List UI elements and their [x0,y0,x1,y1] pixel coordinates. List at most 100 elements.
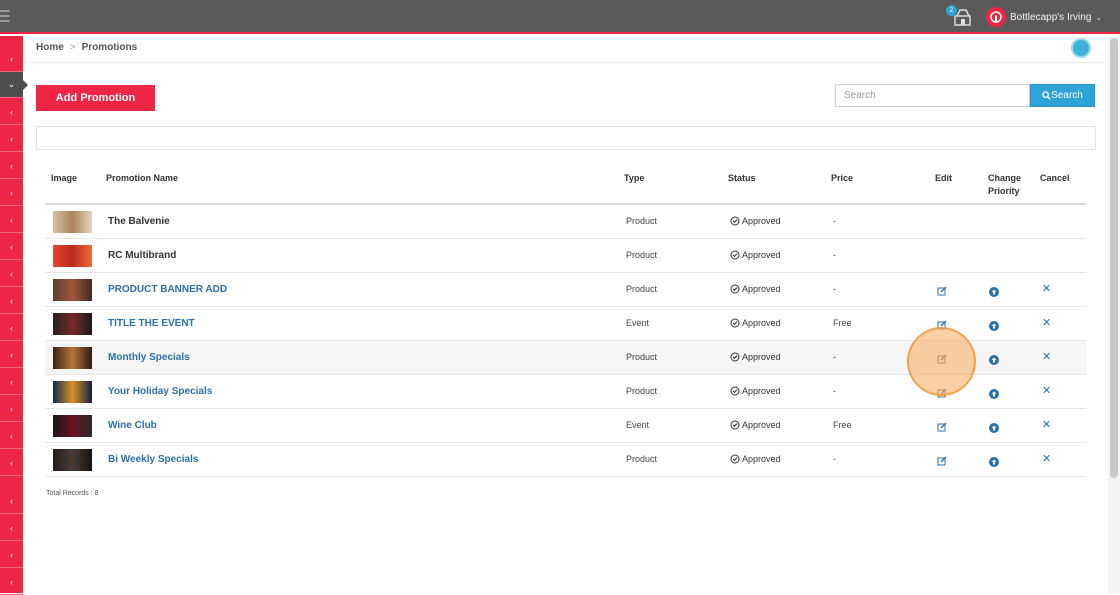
column-header-change-priority: Change Priority [988,172,1021,198]
promotion-name: RC Multibrand [108,250,177,261]
promotion-name[interactable]: PRODUCT BANNER ADD [108,284,227,295]
chevron-left-icon: ‹ [10,403,13,414]
table-row: Monthly Specials Product Approved - ✕ [45,341,1086,375]
promotion-type: Product [626,216,658,226]
sidebar-item-9[interactable]: ‹ [0,261,23,287]
arrow-up-circle-icon[interactable] [989,454,999,472]
sidebar-item-13[interactable]: ‹ [0,369,23,395]
sidebar-item-14[interactable]: ‹ [0,396,23,422]
arrow-up-circle-icon[interactable] [989,352,999,370]
chevron-left-icon: ‹ [10,549,13,560]
promotion-price: Free [833,420,852,430]
edit-icon[interactable] [937,351,947,369]
scrollbar-thumb[interactable] [1110,38,1118,478]
promotion-name[interactable]: Your Holiday Specials [108,386,212,397]
sidebar-item-15[interactable]: ‹ [0,423,23,449]
arrow-up-circle-icon[interactable] [989,284,999,302]
promotion-status: Approved [730,250,781,260]
sidebar-item-6[interactable]: ‹ [0,180,23,206]
chevron-left-icon: ‹ [10,376,13,387]
chevron-left-icon: ‹ [10,457,13,468]
store-name: Bottlecapp's Irving [1010,11,1092,23]
edit-icon[interactable] [937,419,947,437]
search-input[interactable] [835,84,1030,107]
column-header-name: Promotion Name [106,173,179,183]
column-header-type: Type [624,173,645,183]
edit-icon[interactable] [937,453,947,471]
arrow-up-circle-icon[interactable] [989,386,999,404]
breadcrumb-current: Promotions [81,42,138,53]
edit-icon[interactable] [937,385,947,403]
status-label: Approved [742,386,781,396]
close-icon[interactable]: ✕ [1042,282,1051,295]
check-circle-icon [730,250,740,260]
check-circle-icon [730,454,740,464]
edit-icon[interactable] [937,317,947,335]
sidebar-item-3[interactable]: ‹ [0,99,23,125]
edit-icon[interactable] [937,283,947,301]
sidebar-item-20[interactable]: ‹ [0,569,23,595]
promotion-price: - [833,250,836,260]
close-icon[interactable]: ✕ [1042,384,1051,397]
close-icon[interactable]: ✕ [1042,418,1051,431]
sidebar-item-1[interactable]: ‹ [0,46,23,72]
column-header-cancel: Cancel [1040,173,1070,183]
chevron-left-icon: ‹ [10,241,13,252]
column-header-status: Status [728,173,756,183]
status-label: Approved [742,420,781,430]
status-label: Approved [742,318,781,328]
promotion-name[interactable]: TITLE THE EVENT [108,318,195,329]
help-icon[interactable] [1071,38,1091,58]
column-header-change-priority-line1: Change [988,173,1022,183]
promotion-price: - [833,216,836,226]
breadcrumb-home[interactable]: Home [36,42,64,53]
promotion-name[interactable]: Wine Club [108,420,157,431]
sidebar-item-7[interactable]: ‹ [0,207,23,233]
close-icon[interactable]: ✕ [1042,452,1051,465]
promotion-thumbnail [53,415,92,437]
column-header-image: Image [51,173,78,183]
promotion-status: Approved [730,454,781,464]
promotion-thumbnail [53,347,92,369]
arrow-up-circle-icon[interactable] [989,420,999,438]
check-circle-icon [730,352,740,362]
chevron-left-icon: ‹ [10,214,13,225]
sidebar-item-5[interactable]: ‹ [0,153,23,179]
chevron-left-icon: ‹ [10,322,13,333]
filter-area [36,126,1096,150]
promotion-thumbnail [53,279,92,301]
search-button[interactable]: Search [1030,84,1095,107]
chevron-left-icon: ‹ [10,268,13,279]
hamburger-menu-icon[interactable] [0,10,10,25]
sidebar-item-2[interactable]: ⌄ [0,72,28,98]
chevron-down-icon: ⌄ [7,79,16,89]
store-selector[interactable]: Bottlecapp's Irving ⌄ [986,6,1102,28]
close-icon[interactable]: ✕ [1042,350,1051,363]
promotion-thumbnail [53,313,92,335]
sidebar-item-17[interactable]: ‹ [0,488,23,514]
sidebar-item-10[interactable]: ‹ [0,288,23,314]
sidebar-item-19[interactable]: ‹ [0,542,23,568]
promotion-type: Event [626,420,650,430]
sidebar-item-18[interactable]: ‹ [0,515,23,541]
chevron-left-icon: ‹ [10,133,13,144]
promotion-type: Product [626,284,658,294]
chevron-left-icon: ‹ [10,522,13,533]
sidebar: ‹ ⌄ ‹ ‹ ‹ ‹ ‹ ‹ ‹ ‹ ‹ ‹ ‹ ‹ ‹ ‹ ‹ ‹ ‹ ‹ [0,36,28,595]
arrow-up-circle-icon[interactable] [989,318,999,336]
promotion-status: Approved [730,284,781,294]
sidebar-item-12[interactable]: ‹ [0,342,23,368]
promotion-status: Approved [730,318,781,328]
chevron-left-icon: ‹ [10,187,13,198]
sidebar-item-16[interactable]: ‹ [0,450,23,476]
sidebar-item-11[interactable]: ‹ [0,315,23,341]
promotion-name[interactable]: Bi Weekly Specials [108,454,198,465]
promotion-thumbnail [53,245,92,267]
promotion-name[interactable]: Monthly Specials [108,352,190,363]
add-promotion-button[interactable]: Add Promotion [36,85,155,111]
sidebar-item-4[interactable]: ‹ [0,126,23,152]
promotion-name: The Balvenie [108,216,170,227]
promotion-price: Free [833,318,852,328]
sidebar-item-8[interactable]: ‹ [0,234,23,260]
close-icon[interactable]: ✕ [1042,316,1051,329]
